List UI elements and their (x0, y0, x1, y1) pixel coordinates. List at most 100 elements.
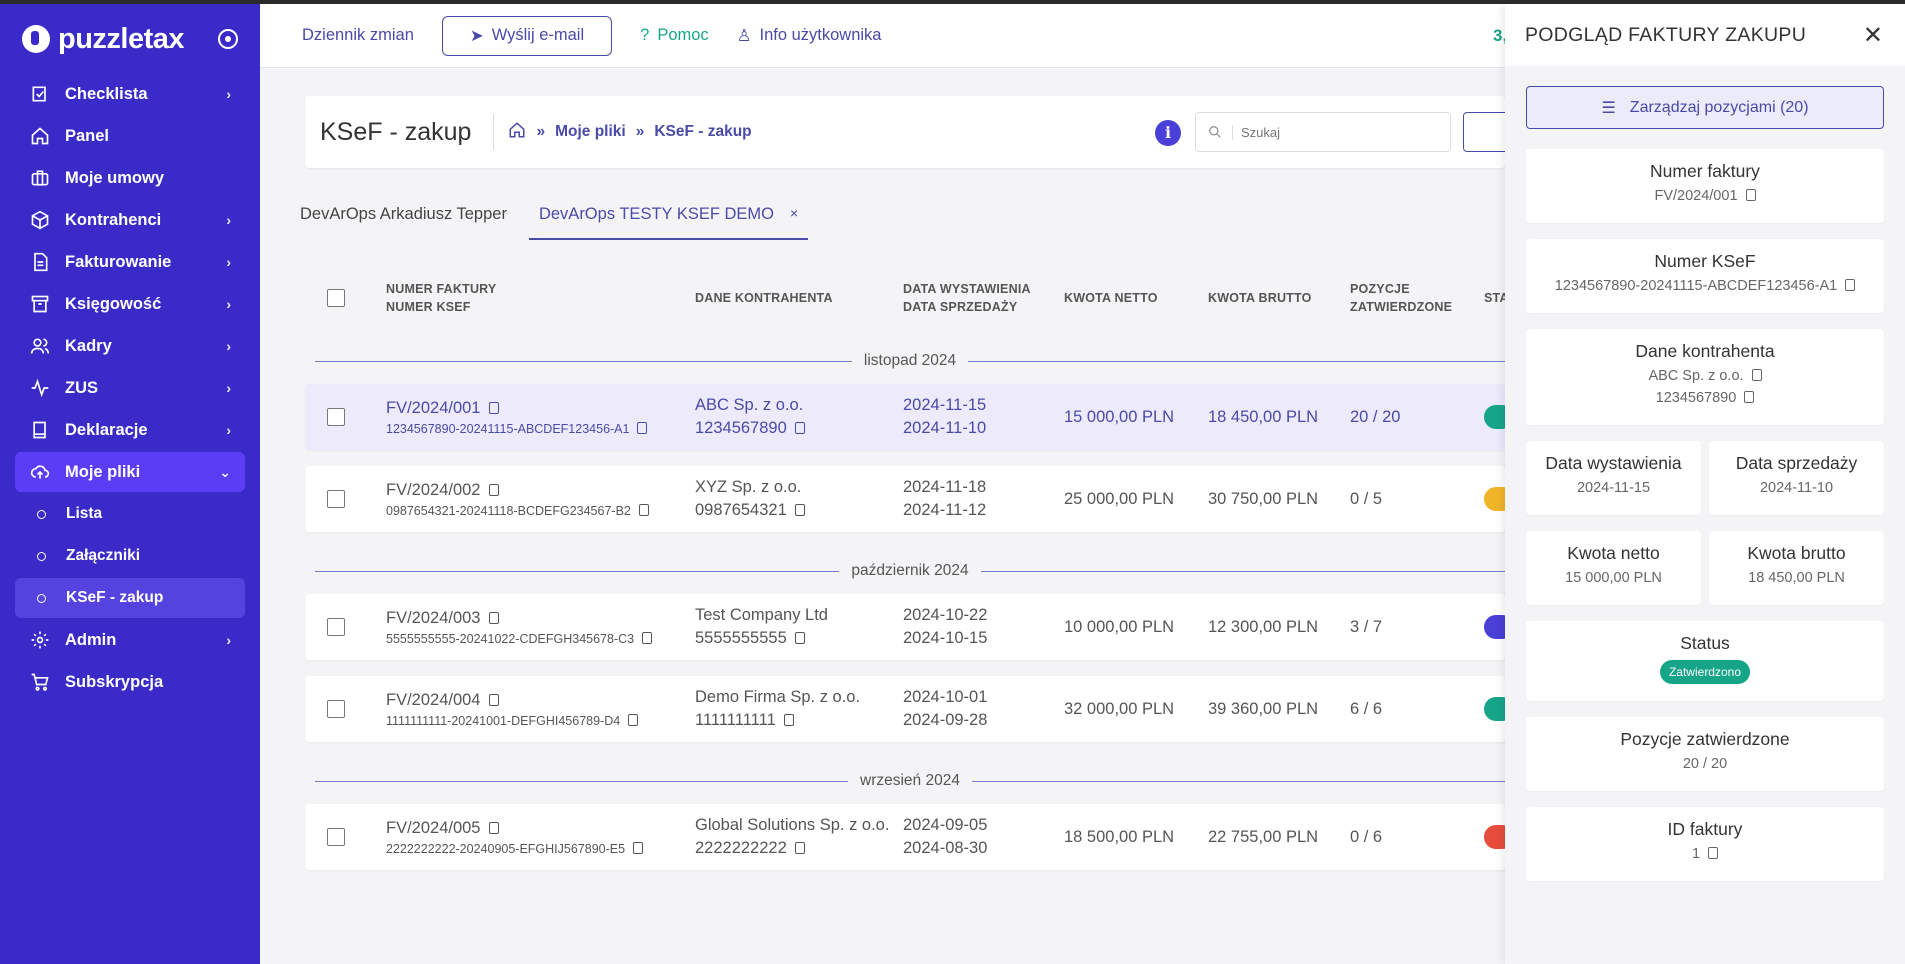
copy-icon[interactable] (488, 693, 499, 706)
sidebar-item-fakturowanie[interactable]: Fakturowanie › (15, 242, 245, 282)
row-checkbox[interactable] (327, 828, 345, 846)
row-checkbox[interactable] (327, 408, 345, 426)
copy-icon[interactable] (783, 714, 794, 726)
table-row[interactable]: FV/2024/002 0987654321-20241118-BCDEFG23… (305, 466, 1505, 532)
sidebar-item-kadry[interactable]: Kadry › (15, 326, 245, 366)
help-label: Pomoc (657, 26, 709, 44)
changelog-link[interactable]: Dziennik zmian (302, 26, 414, 45)
card-status: Status Zatwierdzono (1526, 621, 1884, 701)
row-checkbox[interactable] (327, 700, 345, 718)
header-contractor[interactable]: DANE KONTRAHENTA (695, 291, 833, 305)
gross-amount: 30 750,00 PLN (1208, 489, 1319, 508)
company-tabs: DevArOps Arkadiusz Tepper DevArOps TESTY… (300, 200, 820, 240)
copy-icon[interactable] (794, 632, 805, 644)
sidebar-item-zus[interactable]: ZUS › (15, 368, 245, 408)
sidebar-item-moje-pliki[interactable]: Moje pliki ⌄ (15, 452, 245, 492)
header-ksef-number[interactable]: NUMER KSEF (386, 300, 695, 314)
copy-icon[interactable] (1708, 847, 1719, 859)
tab-company-2[interactable]: DevArOps TESTY KSEF DEMO × (528, 200, 809, 240)
card-invoice-number: Numer faktury FV/2024/001 (1526, 149, 1884, 223)
contractor-nip: 1234567890 (695, 419, 787, 437)
issue-date: 2024-09-05 (903, 816, 988, 834)
breadcrumb-item-files[interactable]: Moje pliki (555, 123, 626, 141)
ksef-number: 1234567890-20241115-ABCDEF123456-A1 (386, 421, 630, 436)
table-row[interactable]: FV/2024/005 2222222222-20240905-EFGHIJ56… (305, 804, 1505, 870)
sidebar-item-subskrypcja[interactable]: Subskrypcja (15, 662, 245, 702)
header-sale-date[interactable]: DATA SPRZEDAŻY (903, 300, 1064, 314)
header-issue-date[interactable]: DATA WYSTAWIENIA (903, 282, 1064, 296)
logo-row: puzzletax (0, 4, 260, 74)
logo[interactable]: puzzletax (22, 23, 185, 56)
contractor-name: Global Solutions Sp. z o.o. (695, 816, 890, 834)
send-email-button[interactable]: ➤ Wyślij e-mail (441, 15, 613, 56)
table-row[interactable]: FV/2024/001 1234567890-20241115-ABCDEF12… (305, 384, 1505, 450)
sidebar: puzzletax Checklista › Panel Moje umowy … (0, 4, 260, 964)
copy-icon[interactable] (488, 611, 499, 624)
breadcrumb-item-current[interactable]: KSeF - zakup (654, 123, 751, 141)
copy-icon[interactable] (488, 821, 499, 834)
sidebar-item-label: Deklaracje (65, 420, 148, 439)
manage-positions-button[interactable]: ☰ Zarządzaj pozycjami (20) (1526, 86, 1884, 129)
chevron-icon: › (226, 422, 231, 438)
select-all-checkbox[interactable] (327, 289, 345, 307)
target-icon[interactable] (218, 29, 238, 49)
row-checkbox[interactable] (327, 490, 345, 508)
help-link[interactable]: ? Pomoc (640, 26, 709, 45)
table-header: NUMER FAKTURY NUMER KSEF DANE KONTRAHENTA… (305, 258, 1505, 338)
header-invoice-number[interactable]: NUMER FAKTURY (386, 282, 695, 296)
header-net-amount[interactable]: KWOTA NETTO (1064, 291, 1158, 305)
sidebar-subitem-label: Załączniki (66, 547, 141, 564)
copy-icon[interactable] (1845, 279, 1856, 291)
home-icon[interactable] (508, 121, 526, 144)
copy-icon[interactable] (794, 422, 805, 434)
copy-icon[interactable] (794, 504, 805, 516)
table-row[interactable]: FV/2024/003 5555555555-20241022-CDEFGH34… (305, 594, 1505, 660)
circle-icon (37, 509, 46, 519)
copy-icon[interactable] (488, 483, 499, 496)
row-checkbox[interactable] (327, 618, 345, 636)
card-sale-date: Data sprzedaży 2024-11-10 (1709, 441, 1884, 515)
search-input[interactable] (1232, 124, 1432, 140)
copy-icon[interactable] (638, 503, 649, 516)
copy-icon[interactable] (628, 713, 639, 726)
card-label: Data sprzedaży (1735, 453, 1858, 473)
sidebar-item-deklaracje[interactable]: Deklaracje › (15, 410, 245, 450)
invoice-number-value: FV/2024/001 (1654, 188, 1738, 204)
sidebar-item-checklista[interactable]: Checklista › (15, 74, 245, 114)
copy-icon[interactable] (637, 421, 648, 434)
header-positions[interactable]: POZYCJE (1350, 282, 1484, 296)
header-approved[interactable]: ZATWIERDZONE (1350, 300, 1484, 314)
table-row[interactable]: FV/2024/004 1111111111-20241001-DEFGHI45… (305, 676, 1505, 742)
copy-icon[interactable] (794, 842, 805, 854)
tab-company-1[interactable]: DevArOps Arkadiusz Tepper (300, 200, 517, 240)
user-info-link[interactable]: ♙ Info użytkownika (737, 26, 882, 46)
cloud-upload-icon (29, 461, 51, 483)
copy-icon[interactable] (642, 631, 653, 644)
header-gross-amount[interactable]: KWOTA BRUTTO (1208, 291, 1312, 305)
info-icon[interactable]: i (1155, 120, 1181, 146)
close-icon[interactable]: ✕ (1863, 21, 1883, 50)
sidebar-subitem-lista[interactable]: Lista (15, 494, 245, 534)
sidebar-item-kontrahenci[interactable]: Kontrahenci › (15, 200, 245, 240)
page-header: KSeF - zakup » Moje pliki » KSeF - zakup… (305, 96, 1523, 168)
sidebar-item-ksiegowosc[interactable]: Księgowość › (15, 284, 245, 324)
copy-icon[interactable] (488, 401, 499, 414)
sidebar-item-panel[interactable]: Panel (15, 116, 245, 156)
chevron-icon: › (226, 380, 231, 396)
copy-icon[interactable] (1745, 189, 1756, 201)
sidebar-item-label: Subskrypcja (65, 672, 164, 691)
close-icon[interactable]: × (790, 205, 798, 224)
copy-icon[interactable] (1751, 369, 1762, 381)
net-amount: 10 000,00 PLN (1064, 617, 1175, 636)
copy-icon[interactable] (633, 841, 644, 854)
home-icon (29, 125, 51, 147)
month-label: październik 2024 (839, 562, 981, 580)
header-status[interactable]: STA (1484, 291, 1505, 305)
approved-positions: 6 / 6 (1350, 699, 1383, 718)
sidebar-subitem-zalaczniki[interactable]: Załączniki (15, 536, 245, 576)
sidebar-item-moje-umowy[interactable]: Moje umowy (15, 158, 245, 198)
sidebar-item-admin[interactable]: Admin › (15, 620, 245, 660)
sidebar-subitem-ksef-zakup[interactable]: KSeF - zakup (15, 578, 245, 618)
copy-icon[interactable] (1744, 391, 1755, 403)
month-separator: wrzesień 2024 (315, 758, 1505, 804)
